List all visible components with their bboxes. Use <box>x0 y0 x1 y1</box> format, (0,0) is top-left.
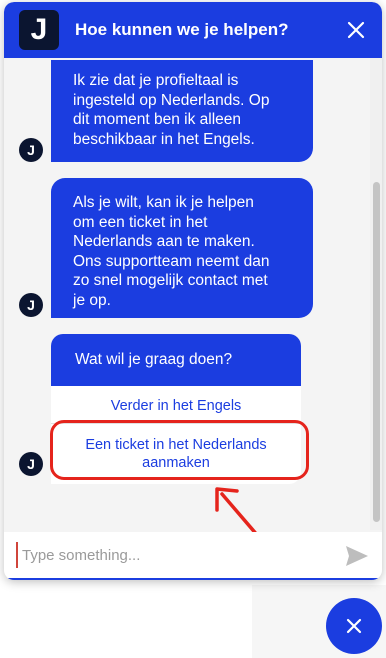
bot-message: Ik zie dat je profieltaal is ingesteld o… <box>51 60 313 162</box>
chat-widget: J Hoe kunnen we je helpen? Ik zie dat je… <box>4 2 382 580</box>
message-line: Ik zie dat je profieltaal is <box>73 72 239 89</box>
bot-avatar: J <box>19 293 43 317</box>
close-icon[interactable] <box>342 16 370 44</box>
send-icon[interactable] <box>345 545 369 567</box>
message-composer <box>4 532 382 580</box>
chat-launcher-button[interactable] <box>326 598 382 654</box>
message-line: om een ticket in het <box>73 213 208 231</box>
message-line: zo snel mogelijk contact met <box>73 272 268 289</box>
choice-question: Wat wil je graag doen? <box>51 334 301 386</box>
brand-logo: J <box>19 10 59 50</box>
bot-avatar: J <box>19 138 43 162</box>
message-line: Ons supportteam neemt dan <box>73 252 270 270</box>
message-line: Als je wilt, kan ik je helpen <box>73 194 254 211</box>
message-line: dit moment ben ik alleen <box>73 111 242 128</box>
message-line: Nederlands aan te maken. <box>73 233 255 250</box>
close-icon <box>346 618 362 634</box>
bot-avatar: J <box>19 452 43 476</box>
chat-header: J Hoe kunnen we je helpen? <box>4 2 382 58</box>
annotation-highlight-box <box>50 420 309 480</box>
bot-message: Als je wilt, kan ik je helpen om een tic… <box>51 178 313 318</box>
message-line: beschikbaar in het Engels. <box>73 130 255 148</box>
message-line: ingesteld op Nederlands. Op <box>73 91 270 109</box>
option-continue-english[interactable]: Verder in het Engels <box>51 386 301 424</box>
message-line: je op. <box>73 291 111 309</box>
message-input[interactable] <box>16 542 324 568</box>
scrollbar-thumb[interactable] <box>373 182 380 522</box>
chat-title: Hoe kunnen we je helpen? <box>75 20 289 39</box>
